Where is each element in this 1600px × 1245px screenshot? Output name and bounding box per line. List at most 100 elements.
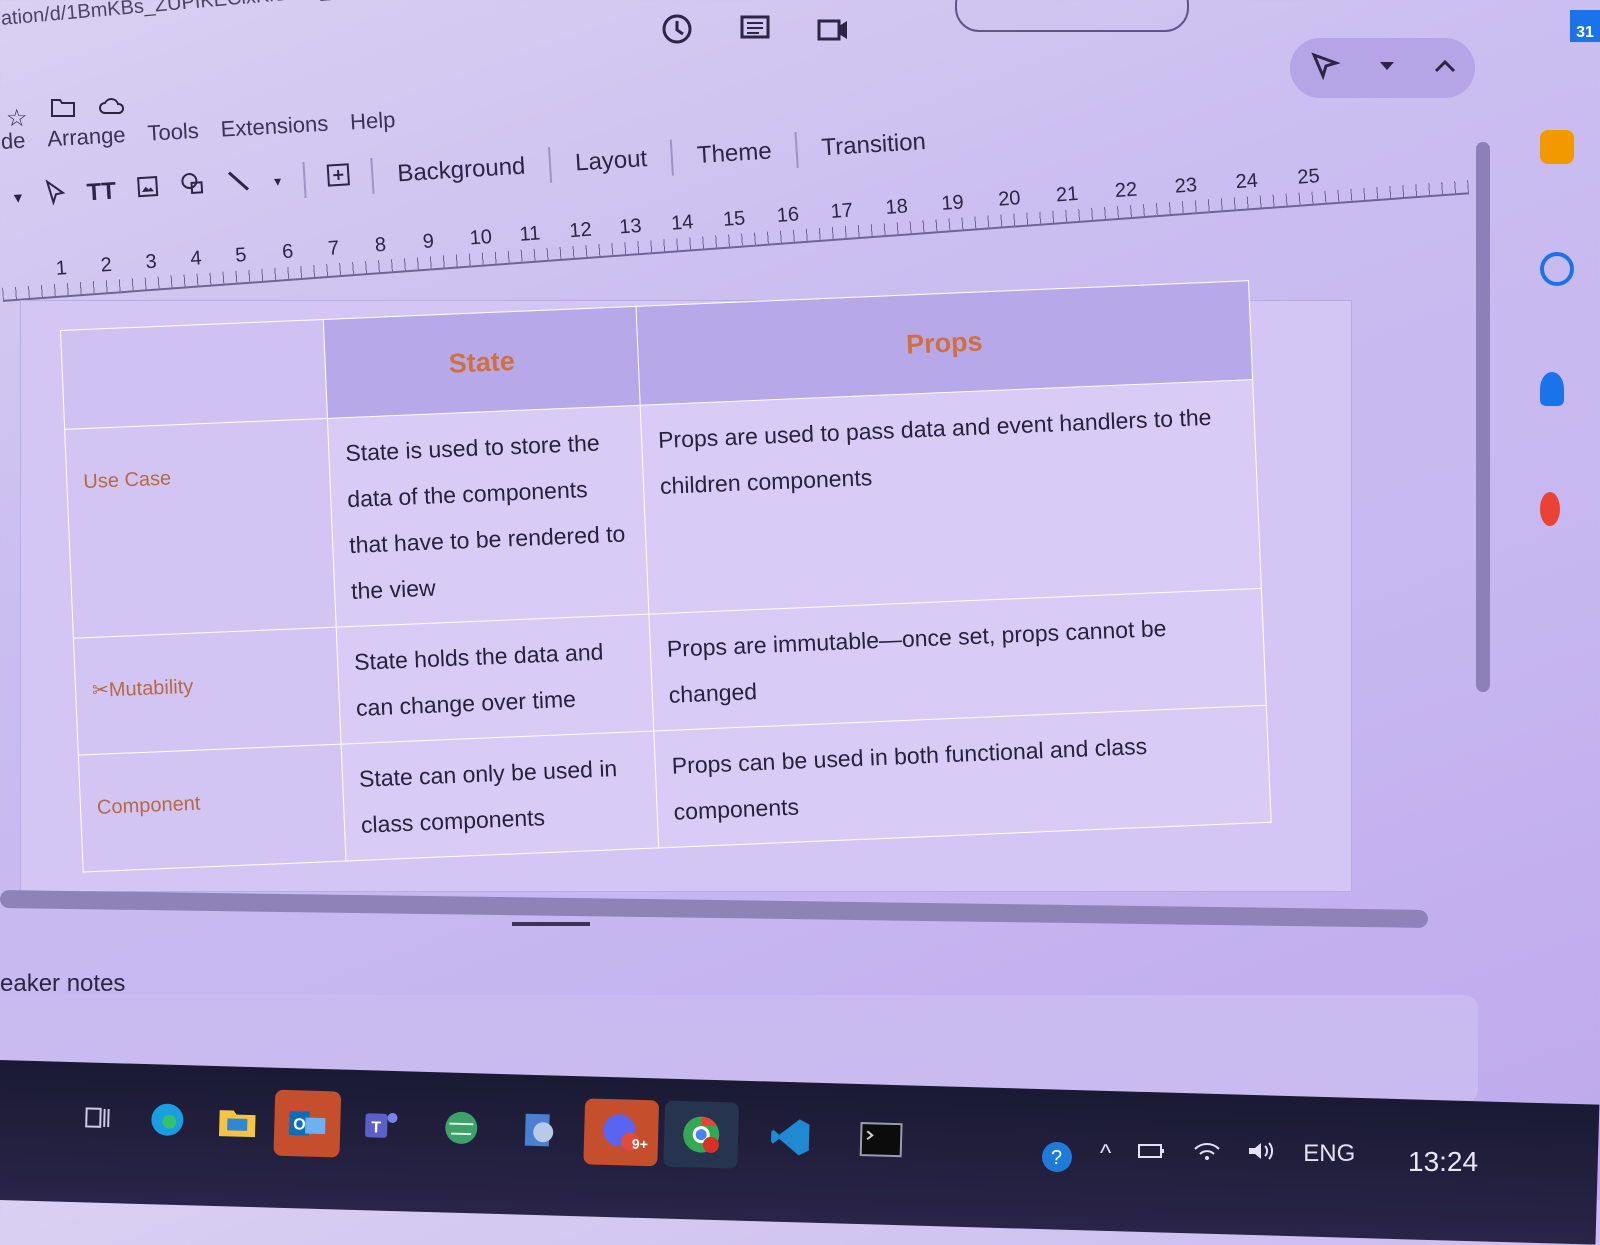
outlook-icon[interactable]: O [273,1089,342,1158]
ruler-number: 1 [54,257,68,280]
chrome-icon[interactable] [663,1100,740,1169]
video-call-icon[interactable] [816,12,850,46]
menu-help[interactable]: Help [349,103,396,139]
chevron-down-icon[interactable] [1378,59,1396,77]
toolbar-separator [670,139,675,176]
ruler-number: 14 [670,211,695,235]
ruler-number: 25 [1296,165,1321,189]
tray-overflow-icon[interactable]: ^ [1100,1140,1111,1181]
tasks-icon[interactable] [1540,252,1574,286]
taskbar-clock[interactable]: 13:24 [1408,1146,1478,1178]
history-icon[interactable] [660,12,694,46]
ruler-number: 22 [1114,178,1138,203]
move-folder-icon[interactable] [50,96,76,133]
ruler-number: 6 [281,240,295,264]
svg-text:O: O [293,1116,306,1133]
select-tool-icon[interactable] [44,178,68,212]
ruler-number: 23 [1173,174,1198,198]
system-tray: ? ^ ENG [1040,1140,1355,1181]
contacts-icon[interactable] [1540,372,1564,406]
keep-icon[interactable] [1540,130,1574,164]
shape-icon[interactable] [179,170,207,205]
cloud-status-icon[interactable] [98,96,126,133]
new-slide-icon[interactable] [325,161,353,196]
cell-props-use-case[interactable]: Props are used to pass data and event ha… [640,379,1262,615]
discord-icon[interactable]: 9+ [583,1098,660,1167]
notification-badge: 9+ [631,1135,649,1153]
svg-text:T: T [371,1119,381,1136]
menu-extensions[interactable]: Extensions [220,107,329,147]
calendar-icon[interactable]: 31 [1570,10,1600,42]
doc-icons: ☆ [6,96,126,133]
toolbar-separator [548,146,553,184]
toolbar-separator [794,131,799,168]
terminal-icon[interactable] [847,1106,915,1174]
theme-button[interactable]: Theme [692,133,777,174]
table-header-state[interactable]: State [323,306,641,419]
ruler-number: 9 [422,230,435,253]
row-label-mutability[interactable]: ✂Mutability [73,627,342,756]
ruler-number: 15 [722,207,747,231]
ruler-number: 7 [327,237,340,260]
star-icon[interactable]: ☆ [6,104,28,133]
slideshow-pill[interactable] [955,0,1189,32]
layout-button[interactable]: Layout [570,141,652,182]
row-label-use-case[interactable]: Use Case [64,418,337,639]
ruler-number: 16 [776,203,800,227]
ruler-number: 12 [568,218,593,243]
line-dropdown-icon[interactable]: ▼ [271,174,284,189]
svg-text:?: ? [1051,1147,1062,1169]
help-icon[interactable]: ? [1040,1140,1074,1181]
notes-resize-handle[interactable] [512,922,590,926]
maps-icon[interactable] [1540,492,1560,526]
ruler-number: 4 [189,247,203,271]
ruler-number: 3 [144,250,158,274]
toolbar-separator [370,157,375,194]
background-button[interactable]: Background [392,148,530,192]
cell-state-component[interactable]: State can only be used in class componen… [341,730,659,861]
horizontal-scrollbar[interactable] [0,890,1429,928]
image-icon[interactable] [135,173,161,205]
task-view-icon[interactable] [64,1084,132,1152]
cell-props-component[interactable]: Props can be used in both functional and… [653,705,1272,848]
media-app-icon[interactable] [505,1096,573,1164]
ruler-number: 11 [518,222,542,246]
ruler-number: 13 [618,214,643,239]
ruler-number: 2 [99,253,113,277]
present-controls [1290,38,1475,98]
ruler-number: 8 [374,233,387,257]
wifi-icon[interactable] [1193,1140,1221,1181]
collapse-icon[interactable] [1433,58,1457,79]
vscode-icon[interactable] [757,1103,825,1171]
text-box-icon[interactable]: TT [86,178,117,208]
ruler-number: 24 [1234,169,1259,194]
globe-app-icon[interactable] [427,1094,495,1162]
vertical-scrollbar[interactable] [1476,142,1490,692]
top-actions [660,12,850,46]
line-icon[interactable] [225,167,253,202]
cell-state-mutability[interactable]: State holds the data and can change over… [336,614,654,745]
transition-button[interactable]: Transition [816,124,930,167]
speaker-notes-label: eaker notes [0,970,126,997]
teams-icon[interactable]: T [347,1092,415,1160]
edge-icon[interactable] [133,1086,201,1154]
ruler-number: 19 [940,191,965,215]
dropdown-arrow-icon[interactable]: ▼ [11,189,26,206]
ruler-number: 21 [1055,182,1080,207]
battery-icon[interactable] [1137,1140,1167,1181]
ruler-number: 20 [997,187,1022,211]
comparison-table[interactable]: State Props Use Case State is used to st… [60,280,1272,873]
menu-tools[interactable]: Tools [147,114,200,151]
url-bar-text[interactable]: ation/d/1BmKBs_ZUPIKEClxKrBwIL_ [0,0,332,31]
language-indicator[interactable]: ENG [1303,1140,1355,1181]
ruler-number: 18 [884,195,909,219]
cell-state-use-case[interactable]: State is used to store the data of the c… [327,405,649,628]
cursor-icon[interactable] [1308,49,1342,88]
volume-icon[interactable] [1247,1140,1277,1181]
ruler-number: 17 [829,199,854,224]
toolbar-separator [302,161,307,199]
row-label-component[interactable]: Component [78,744,346,873]
file-explorer-icon[interactable] [203,1088,271,1156]
table-header-empty[interactable] [60,319,328,430]
comments-icon[interactable] [738,12,772,46]
